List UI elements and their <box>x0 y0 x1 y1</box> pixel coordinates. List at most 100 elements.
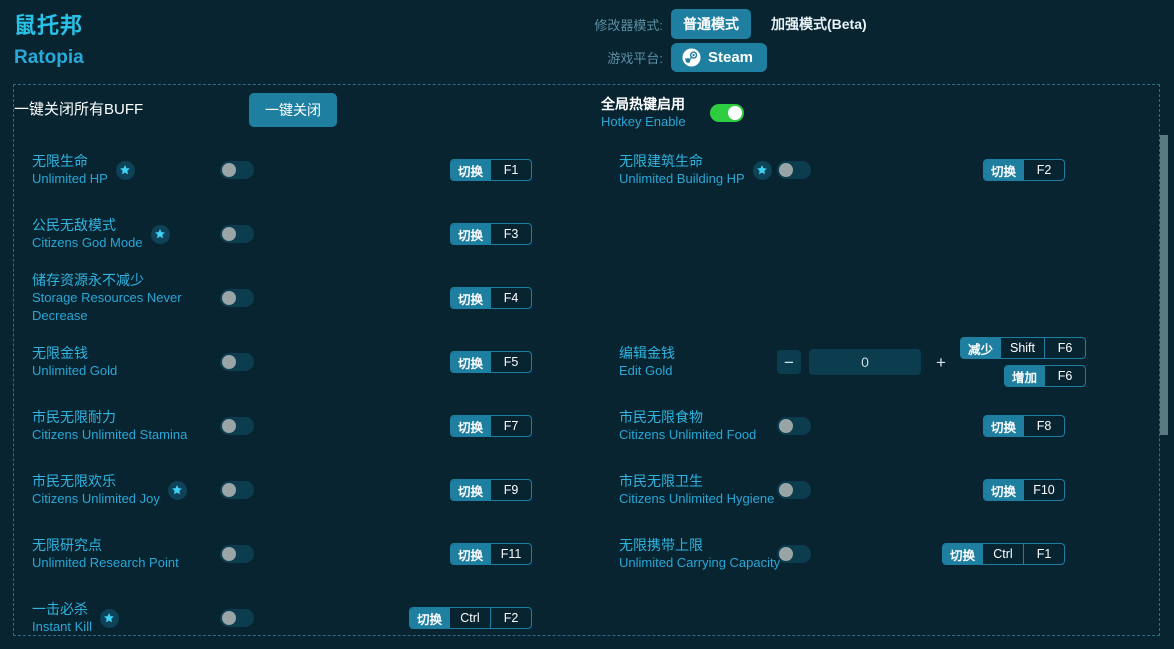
cheat-label-en: Unlimited Carrying Capacity <box>619 554 780 572</box>
toggle-knob <box>222 419 236 433</box>
toggle-knob <box>222 355 236 369</box>
toggle-knob <box>222 227 236 241</box>
cheat-label-stack: 公民无敌模式Citizens God Mode <box>32 216 143 252</box>
cheat-toggle[interactable] <box>220 417 254 435</box>
all-buffs-off-button[interactable]: 一键关闭 <box>249 93 337 127</box>
hotkey-key-chip[interactable]: Ctrl <box>982 544 1023 564</box>
hotkey-pill[interactable]: 增加F6 <box>1004 365 1086 387</box>
gold-stepper: −0 + <box>777 349 953 375</box>
hotkey-key-chip[interactable]: F11 <box>490 544 531 564</box>
hotkey-action-label: 切换 <box>410 608 449 628</box>
toggle-knob <box>222 163 236 177</box>
hotkey-enable-labels: 全局热键启用 Hotkey Enable <box>601 96 686 130</box>
hotkey-pill[interactable]: 切换F2 <box>983 159 1065 181</box>
cheat-toggle[interactable] <box>777 545 811 563</box>
hotkey-key-chip[interactable]: F1 <box>1023 544 1064 564</box>
mode-normal-button[interactable]: 普通模式 <box>671 9 751 39</box>
hotkey-pill[interactable]: 切换F5 <box>450 351 532 373</box>
trainer-mode-label: 修改器模式: <box>585 15 663 34</box>
cheat-label-stack: 无限携带上限Unlimited Carrying Capacity <box>619 536 780 572</box>
toggle-knob <box>779 547 793 561</box>
mode-enhanced-button[interactable]: 加强模式(Beta) <box>759 9 879 39</box>
hotkey-key-chip[interactable]: F9 <box>490 480 531 500</box>
hotkey-key-chip[interactable]: F6 <box>1044 338 1085 358</box>
stepper-decrement-button[interactable]: − <box>777 350 801 374</box>
cheat-toggle[interactable] <box>777 161 811 179</box>
cheat-label-cn: 无限建筑生命 <box>619 152 745 170</box>
hotkey-key-chip[interactable]: Shift <box>1000 338 1044 358</box>
cheat-label-en: Citizens God Mode <box>32 234 143 252</box>
cheat-row-labels: 公民无敌模式Citizens God Mode <box>32 216 170 252</box>
hotkey-key-chip[interactable]: F1 <box>490 160 531 180</box>
hotkey-pill-stack: 减少ShiftF6 增加F6 <box>960 337 1086 387</box>
star-icon <box>753 161 772 180</box>
cheat-toggle[interactable] <box>220 609 254 627</box>
app-header: 鼠托邦 Ratopia 修改器模式: 普通模式 加强模式(Beta) 游戏平台:… <box>0 0 1174 84</box>
hotkey-action-label: 切换 <box>943 544 982 564</box>
hotkey-key-chip[interactable]: F3 <box>490 224 531 244</box>
cheat-row: 无限研究点Unlimited Research Point 切换F11 <box>14 531 574 577</box>
hotkey-enable-label-en: Hotkey Enable <box>601 113 686 130</box>
hotkey-key-chip[interactable]: F8 <box>1023 416 1064 436</box>
hotkey-pill[interactable]: 切换F10 <box>983 479 1065 501</box>
cheat-row-labels: 市民无限耐力Citizens Unlimited Stamina <box>32 408 187 444</box>
hotkey-key-chip[interactable]: F7 <box>490 416 531 436</box>
cheat-toggle[interactable] <box>220 161 254 179</box>
trainer-mode-row: 修改器模式: 普通模式 加强模式(Beta) <box>585 9 879 39</box>
hotkey-pill[interactable]: 减少ShiftF6 <box>960 337 1086 359</box>
hotkey-action-label: 切换 <box>451 224 490 244</box>
cheat-toggle[interactable] <box>777 417 811 435</box>
hotkey-key-chip[interactable]: F2 <box>490 608 531 628</box>
cheat-label-en: Storage Resources Never Decrease <box>32 289 192 325</box>
star-icon <box>116 161 135 180</box>
star-icon <box>151 225 170 244</box>
cheat-label-cn: 一击必杀 <box>32 600 92 618</box>
hotkey-key-chip[interactable]: F4 <box>490 288 531 308</box>
hotkey-pill[interactable]: 切换F8 <box>983 415 1065 437</box>
hotkey-key-chip[interactable]: F6 <box>1044 366 1085 386</box>
cheat-row-labels: 无限研究点Unlimited Research Point <box>32 536 179 572</box>
cheat-label-en: Unlimited Gold <box>32 362 117 380</box>
cheat-label-en: Instant Kill <box>32 618 92 636</box>
cheat-row: 市民无限食物Citizens Unlimited Food切换F8 <box>601 403 1161 449</box>
stepper-value-input[interactable]: 0 <box>809 349 921 375</box>
hotkey-pill[interactable]: 切换F11 <box>450 543 532 565</box>
cheat-row: 市民无限欢乐Citizens Unlimited Joy 切换F9 <box>14 467 574 513</box>
hotkey-key-chip[interactable]: F2 <box>1023 160 1064 180</box>
cheat-label-stack: 市民无限卫生Citizens Unlimited Hygiene <box>619 472 774 508</box>
cheat-label-en: Unlimited Building HP <box>619 170 745 188</box>
stepper-increment-button[interactable]: + <box>929 350 953 374</box>
hotkey-key-chip[interactable]: Ctrl <box>449 608 490 628</box>
toggle-knob <box>222 547 236 561</box>
hotkey-key-chip[interactable]: F10 <box>1023 480 1064 500</box>
cheat-row: 公民无敌模式Citizens God Mode 切换F3 <box>14 211 574 257</box>
cheat-toggle[interactable] <box>220 545 254 563</box>
cheat-label-cn: 市民无限欢乐 <box>32 472 160 490</box>
hotkey-enable-toggle[interactable] <box>710 104 744 122</box>
cheat-toggle[interactable] <box>220 225 254 243</box>
cheat-label-cn: 储存资源永不减少 <box>32 271 192 289</box>
cheat-label-stack: 无限生命Unlimited HP <box>32 152 108 188</box>
cheat-toggle[interactable] <box>220 481 254 499</box>
cheat-toggle[interactable] <box>220 289 254 307</box>
cheat-toggle[interactable] <box>777 481 811 499</box>
scrollbar-thumb[interactable] <box>1160 135 1168 435</box>
hotkey-pill[interactable]: 切换F1 <box>450 159 532 181</box>
cheat-label-en: Citizens Unlimited Joy <box>32 490 160 508</box>
hotkey-action-label: 切换 <box>984 480 1023 500</box>
hotkey-key-chip[interactable]: F5 <box>490 352 531 372</box>
hotkey-pill[interactable]: 切换F3 <box>450 223 532 245</box>
cheat-row-labels: 储存资源永不减少Storage Resources Never Decrease <box>32 271 192 325</box>
hotkey-pill[interactable]: 切换F9 <box>450 479 532 501</box>
cheat-label-stack: 市民无限欢乐Citizens Unlimited Joy <box>32 472 160 508</box>
hotkey-pill[interactable]: 切换F4 <box>450 287 532 309</box>
platform-steam-button[interactable]: Steam <box>671 43 767 72</box>
cheat-toggle[interactable] <box>220 353 254 371</box>
hotkey-pill[interactable]: 切换F7 <box>450 415 532 437</box>
cheat-label-stack: 无限建筑生命Unlimited Building HP <box>619 152 745 188</box>
hotkey-pill[interactable]: 切换CtrlF1 <box>942 543 1065 565</box>
hotkey-pill[interactable]: 切换CtrlF2 <box>409 607 532 629</box>
toggle-knob <box>728 106 742 120</box>
cheat-row-labels: 无限金钱Unlimited Gold <box>32 344 117 380</box>
vertical-scrollbar[interactable] <box>1160 88 1168 634</box>
